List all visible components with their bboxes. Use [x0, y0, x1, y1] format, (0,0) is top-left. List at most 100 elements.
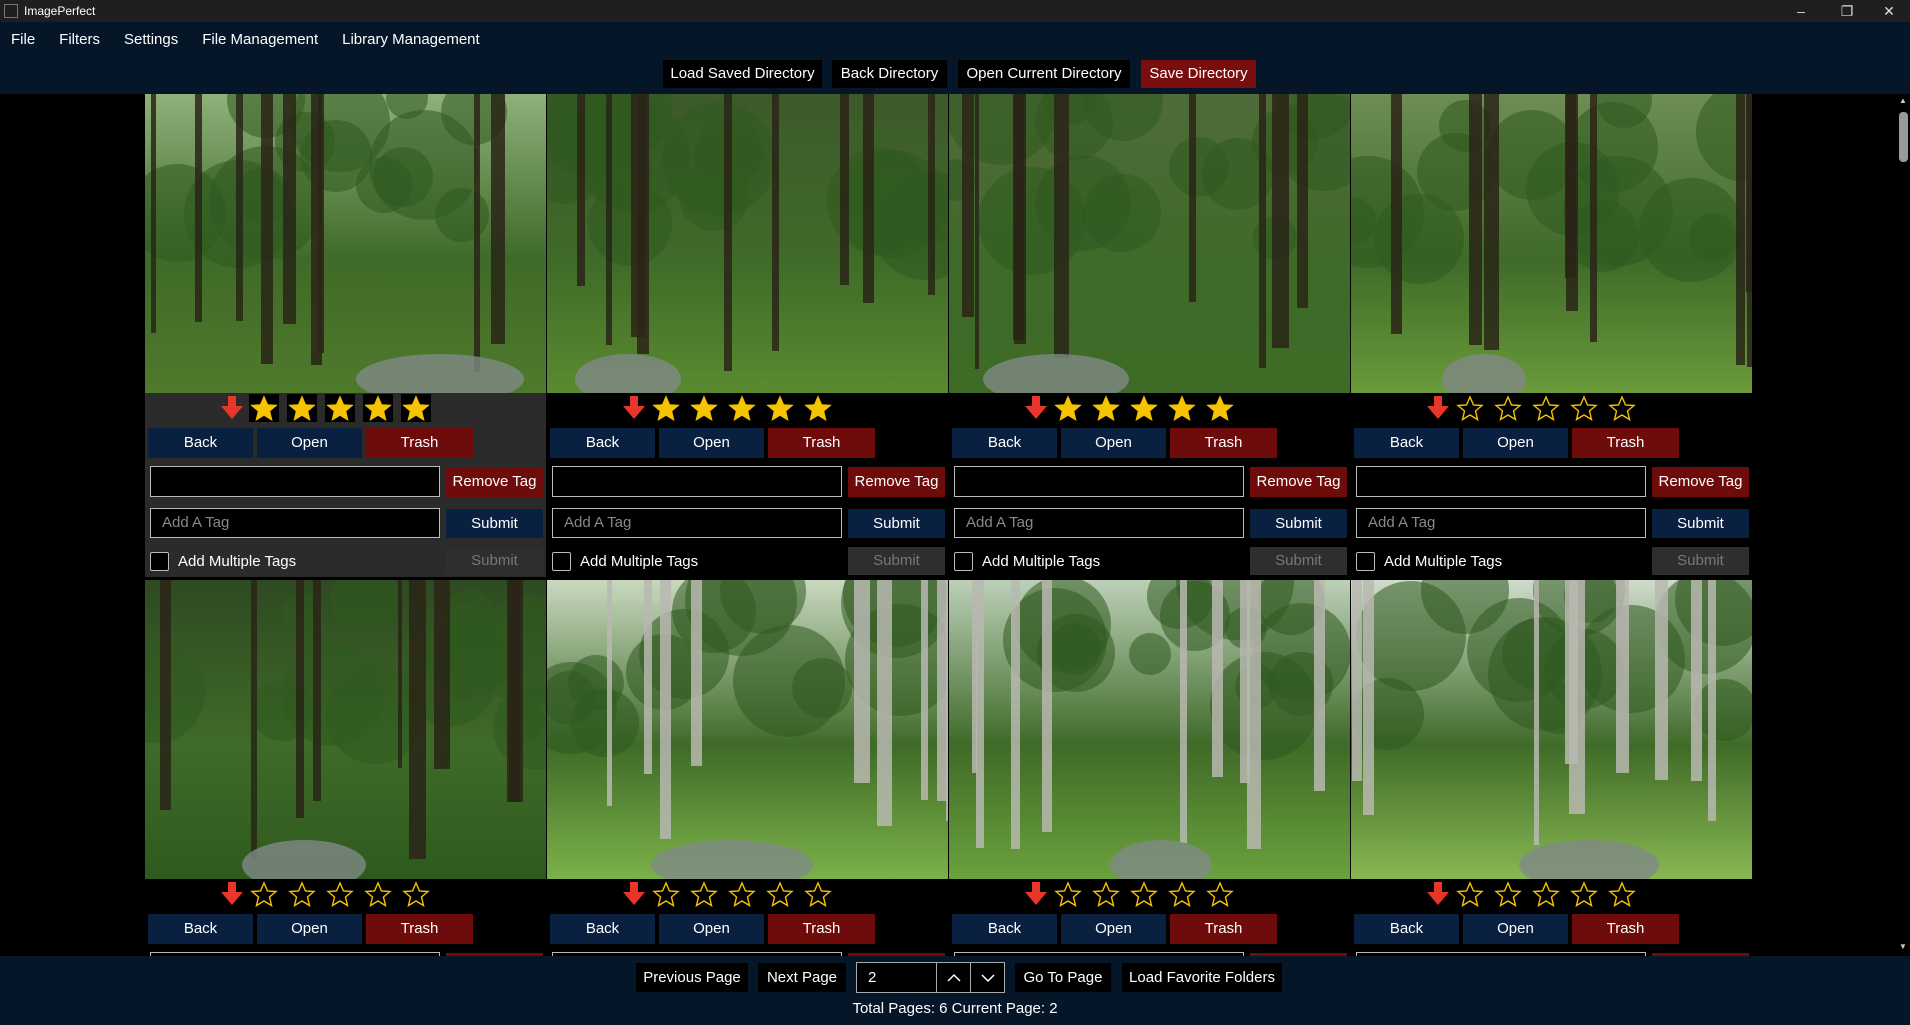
star-icon[interactable]: [287, 880, 317, 908]
back-button[interactable]: Back: [148, 428, 253, 458]
trash-button[interactable]: Trash: [1170, 914, 1277, 944]
back-button[interactable]: Back: [952, 914, 1057, 944]
add-tag-input[interactable]: Add A Tag: [150, 508, 440, 538]
star-icon[interactable]: [1493, 880, 1523, 908]
menu-file-management[interactable]: File Management: [202, 31, 318, 48]
tags-field[interactable]: [1356, 466, 1646, 497]
remove-tag-button[interactable]: Remove Tag: [446, 467, 543, 497]
add-multiple-tags-checkbox[interactable]: [552, 552, 571, 571]
add-tag-input[interactable]: Add A Tag: [1356, 508, 1646, 538]
star-icon[interactable]: [1053, 394, 1083, 422]
star-icon[interactable]: [1205, 394, 1235, 422]
image-thumbnail[interactable]: [1351, 580, 1752, 879]
open-button[interactable]: Open: [659, 428, 764, 458]
add-tag-input[interactable]: Add A Tag: [954, 508, 1244, 538]
star-icon[interactable]: [287, 394, 317, 422]
back-button[interactable]: Back: [952, 428, 1057, 458]
star-icon[interactable]: [325, 880, 355, 908]
menu-library-management[interactable]: Library Management: [342, 31, 480, 48]
page-number-input[interactable]: 2: [856, 962, 1005, 993]
menu-filters[interactable]: Filters: [59, 31, 100, 48]
star-icon[interactable]: [249, 880, 279, 908]
red-down-arrow-icon[interactable]: [218, 881, 246, 907]
star-icon[interactable]: [651, 880, 681, 908]
image-thumbnail[interactable]: [949, 580, 1350, 879]
scroll-up-icon[interactable]: ▲: [1899, 96, 1907, 105]
image-thumbnail[interactable]: [145, 580, 546, 879]
open-button[interactable]: Open: [1463, 428, 1568, 458]
star-icon[interactable]: [1167, 880, 1197, 908]
tags-field[interactable]: [954, 466, 1244, 497]
open-button[interactable]: Open: [1463, 914, 1568, 944]
trash-button[interactable]: Trash: [366, 914, 473, 944]
trash-button[interactable]: Trash: [768, 914, 875, 944]
image-thumbnail[interactable]: [145, 94, 546, 393]
red-down-arrow-icon[interactable]: [1424, 395, 1452, 421]
star-icon[interactable]: [1167, 394, 1197, 422]
trash-button[interactable]: Trash: [1170, 428, 1277, 458]
red-down-arrow-icon[interactable]: [620, 395, 648, 421]
star-icon[interactable]: [689, 394, 719, 422]
star-icon[interactable]: [803, 880, 833, 908]
back-button[interactable]: Back: [550, 428, 655, 458]
star-icon[interactable]: [1531, 880, 1561, 908]
back-button[interactable]: Back: [1354, 428, 1459, 458]
save-directory-button[interactable]: Save Directory: [1141, 60, 1256, 88]
close-icon[interactable]: ✕: [1866, 0, 1910, 22]
back-directory-button[interactable]: Back Directory: [832, 60, 947, 88]
star-icon[interactable]: [1205, 880, 1235, 908]
decrement-page-icon[interactable]: [970, 963, 1004, 992]
trash-button[interactable]: Trash: [1572, 914, 1679, 944]
submit-tag-button[interactable]: Submit: [848, 509, 945, 538]
star-icon[interactable]: [765, 880, 795, 908]
gallery-scrollbar[interactable]: ▲ ▼: [1897, 94, 1910, 956]
back-button[interactable]: Back: [148, 914, 253, 944]
star-icon[interactable]: [1531, 394, 1561, 422]
red-down-arrow-icon[interactable]: [620, 881, 648, 907]
image-thumbnail[interactable]: [547, 580, 948, 879]
trash-button[interactable]: Trash: [1572, 428, 1679, 458]
submit-tag-button[interactable]: Submit: [446, 509, 543, 538]
open-current-directory-button[interactable]: Open Current Directory: [958, 60, 1130, 88]
tags-field[interactable]: [150, 466, 440, 497]
image-thumbnail[interactable]: [949, 94, 1350, 393]
submit-tag-button[interactable]: Submit: [1250, 509, 1347, 538]
image-thumbnail[interactable]: [1351, 94, 1752, 393]
star-icon[interactable]: [325, 394, 355, 422]
submit-multiple-tags-button[interactable]: Submit: [1250, 547, 1347, 575]
open-button[interactable]: Open: [257, 914, 362, 944]
trash-button[interactable]: Trash: [366, 428, 473, 458]
star-icon[interactable]: [1607, 880, 1637, 908]
load-favorite-folders-button[interactable]: Load Favorite Folders: [1122, 963, 1282, 992]
back-button[interactable]: Back: [550, 914, 655, 944]
add-multiple-tags-checkbox[interactable]: [150, 552, 169, 571]
star-icon[interactable]: [1569, 394, 1599, 422]
submit-multiple-tags-button[interactable]: Submit: [848, 547, 945, 575]
star-icon[interactable]: [1129, 880, 1159, 908]
star-icon[interactable]: [765, 394, 795, 422]
remove-tag-button[interactable]: Remove Tag: [1652, 467, 1749, 497]
back-button[interactable]: Back: [1354, 914, 1459, 944]
scroll-down-icon[interactable]: ▼: [1899, 942, 1907, 951]
open-button[interactable]: Open: [1061, 428, 1166, 458]
star-icon[interactable]: [651, 394, 681, 422]
add-multiple-tags-checkbox[interactable]: [954, 552, 973, 571]
submit-multiple-tags-button[interactable]: Submit: [446, 547, 543, 575]
tags-field[interactable]: [552, 466, 842, 497]
star-icon[interactable]: [1607, 394, 1637, 422]
increment-page-icon[interactable]: [936, 963, 970, 992]
open-button[interactable]: Open: [257, 428, 362, 458]
load-saved-directory-button[interactable]: Load Saved Directory: [663, 60, 822, 88]
star-icon[interactable]: [803, 394, 833, 422]
star-icon[interactable]: [363, 880, 393, 908]
add-tag-input[interactable]: Add A Tag: [552, 508, 842, 538]
star-icon[interactable]: [1569, 880, 1599, 908]
star-icon[interactable]: [1053, 880, 1083, 908]
red-down-arrow-icon[interactable]: [1424, 881, 1452, 907]
minimize-icon[interactable]: –: [1778, 0, 1824, 22]
submit-tag-button[interactable]: Submit: [1652, 509, 1749, 538]
go-to-page-button[interactable]: Go To Page: [1015, 963, 1111, 992]
open-button[interactable]: Open: [1061, 914, 1166, 944]
add-multiple-tags-checkbox[interactable]: [1356, 552, 1375, 571]
red-down-arrow-icon[interactable]: [1022, 395, 1050, 421]
